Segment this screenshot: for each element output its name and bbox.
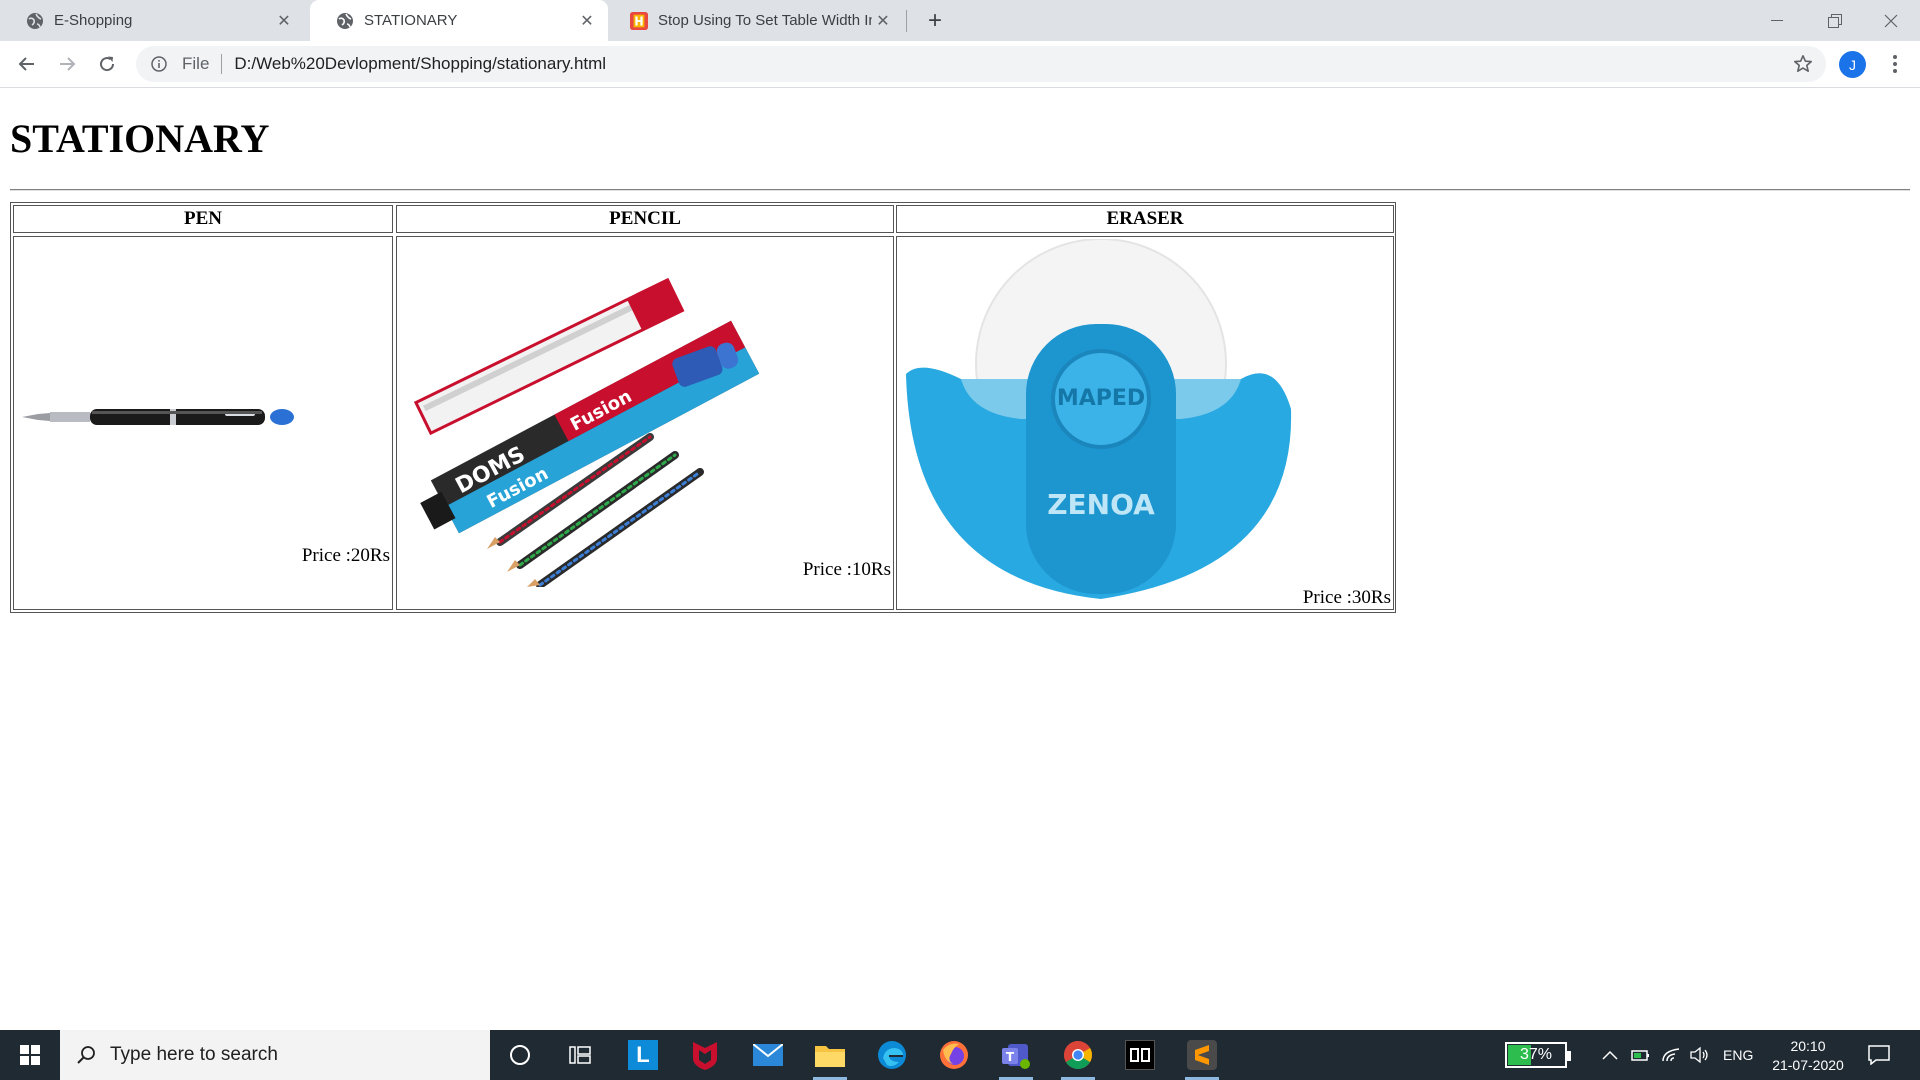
new-tab-button[interactable]: + bbox=[920, 6, 950, 36]
eraser-logo-text: MAPED bbox=[1057, 386, 1145, 411]
taskbar-search[interactable]: Type here to search bbox=[60, 1030, 490, 1080]
tab-title: Stop Using To Set Table Width In bbox=[658, 12, 872, 29]
restore-button[interactable] bbox=[1806, 0, 1864, 41]
globe-icon bbox=[26, 12, 44, 30]
product-cell-pencil: DOMS Fusion Fusion Price:10Rs bbox=[396, 236, 894, 610]
address-bar[interactable]: File D:/Web%20Devlopment/Shopping/statio… bbox=[136, 46, 1826, 82]
mail-icon[interactable] bbox=[743, 1030, 793, 1080]
arrow-right-icon bbox=[60, 57, 76, 71]
pencil-image: DOMS Fusion Fusion bbox=[413, 277, 760, 587]
column-header-eraser: ERASER bbox=[896, 205, 1394, 233]
price-label: Price :30Rs bbox=[1302, 587, 1391, 608]
bookmark-star-icon[interactable] bbox=[1792, 53, 1814, 75]
url-text[interactable]: D:/Web%20Devlopment/Shopping/stationary.… bbox=[234, 54, 606, 74]
action-center-button[interactable] bbox=[1868, 1030, 1890, 1080]
web-page: STATIONARY PEN PENCIL ERASER Price :20Rs bbox=[0, 89, 1920, 1030]
windows-logo-icon bbox=[20, 1045, 40, 1065]
info-icon[interactable] bbox=[150, 55, 168, 73]
mcafee-icon[interactable] bbox=[680, 1030, 730, 1080]
show-hidden-icons-button[interactable] bbox=[1602, 1030, 1618, 1080]
battery-indicator[interactable]: 37% bbox=[1505, 1030, 1571, 1080]
product-table: PEN PENCIL ERASER Price :20Rs DOMS Fusio… bbox=[10, 202, 1396, 613]
clock-time: 20:10 bbox=[1790, 1037, 1826, 1054]
tab-title: STATIONARY bbox=[364, 12, 458, 29]
windows-taskbar: Type here to search L T 37% ENG 20:10 21… bbox=[0, 1030, 1920, 1080]
column-header-pen: PEN bbox=[13, 205, 393, 233]
tab-stop-using[interactable]: Stop Using To Set Table Width In ✕ bbox=[604, 0, 904, 41]
firefox-icon[interactable] bbox=[929, 1030, 979, 1080]
more-menu-icon[interactable] bbox=[1880, 49, 1910, 79]
start-button[interactable] bbox=[0, 1030, 60, 1080]
back-button[interactable] bbox=[10, 47, 44, 81]
tab-separator bbox=[906, 10, 907, 32]
chrome-icon[interactable] bbox=[1053, 1030, 1103, 1080]
notification-icon bbox=[1868, 1045, 1890, 1065]
eraser-image: MAPED ZENOA bbox=[906, 239, 1292, 599]
arrow-left-icon bbox=[18, 57, 34, 71]
product-cell-eraser: MAPED ZENOA Price :30Rs bbox=[896, 236, 1394, 610]
chevron-up-icon bbox=[1602, 1050, 1618, 1060]
launcher-app-icon[interactable]: L bbox=[618, 1030, 668, 1080]
reload-icon bbox=[100, 56, 115, 72]
eraser-model-text: ZENOA bbox=[1047, 488, 1155, 521]
clock[interactable]: 20:10 21-07-2020 bbox=[1768, 1030, 1848, 1080]
wifi-icon[interactable] bbox=[1661, 1030, 1681, 1080]
battery-percent: 37% bbox=[1519, 1046, 1553, 1063]
close-icon[interactable]: ✕ bbox=[273, 10, 295, 32]
edge-browser-icon[interactable] bbox=[867, 1030, 917, 1080]
search-placeholder: Type here to search bbox=[110, 1044, 278, 1065]
forward-button[interactable] bbox=[50, 47, 84, 81]
search-icon bbox=[76, 1045, 96, 1065]
teams-icon[interactable]: T bbox=[991, 1030, 1041, 1080]
horizontal-rule bbox=[10, 189, 1910, 191]
profile-avatar[interactable]: J bbox=[1839, 51, 1866, 78]
cortana-button[interactable] bbox=[495, 1030, 545, 1080]
browser-toolbar: File D:/Web%20Devlopment/Shopping/statio… bbox=[0, 41, 1920, 88]
url-divider bbox=[221, 54, 223, 74]
hashnode-favicon-icon bbox=[630, 11, 648, 30]
close-window-button[interactable] bbox=[1862, 0, 1920, 41]
column-header-pencil: PENCIL bbox=[396, 205, 894, 233]
minimize-button[interactable] bbox=[1748, 0, 1806, 41]
product-cell-pen: Price :20Rs bbox=[13, 236, 393, 610]
close-icon[interactable]: ✕ bbox=[576, 10, 598, 32]
pen-image bbox=[22, 409, 294, 425]
clock-date: 21-07-2020 bbox=[1772, 1056, 1844, 1073]
tab-title: E-Shopping bbox=[54, 12, 133, 29]
dev-app-icon[interactable] bbox=[1115, 1030, 1165, 1080]
tab-stationary[interactable]: STATIONARY ✕ bbox=[310, 0, 608, 41]
tab-e-shopping[interactable]: E-Shopping ✕ bbox=[0, 0, 305, 41]
close-icon[interactable]: ✕ bbox=[872, 10, 894, 32]
url-scheme: File bbox=[182, 54, 210, 73]
language-indicator[interactable]: ENG bbox=[1723, 1030, 1753, 1080]
page-title: STATIONARY bbox=[10, 116, 270, 161]
task-view-button[interactable] bbox=[555, 1030, 605, 1080]
svg-text:T: T bbox=[1006, 1050, 1015, 1064]
globe-icon bbox=[336, 12, 354, 30]
sublime-text-icon[interactable] bbox=[1177, 1030, 1227, 1080]
price-label: Price :10Rs bbox=[802, 559, 891, 580]
battery-tray-icon[interactable] bbox=[1631, 1030, 1651, 1080]
price-label: Price :20Rs bbox=[301, 545, 390, 566]
file-explorer-icon[interactable] bbox=[805, 1030, 855, 1080]
reload-button[interactable] bbox=[90, 47, 124, 81]
tab-strip: E-Shopping ✕ STATIONARY ✕ Stop Using To … bbox=[0, 0, 1920, 41]
volume-icon[interactable] bbox=[1689, 1030, 1709, 1080]
